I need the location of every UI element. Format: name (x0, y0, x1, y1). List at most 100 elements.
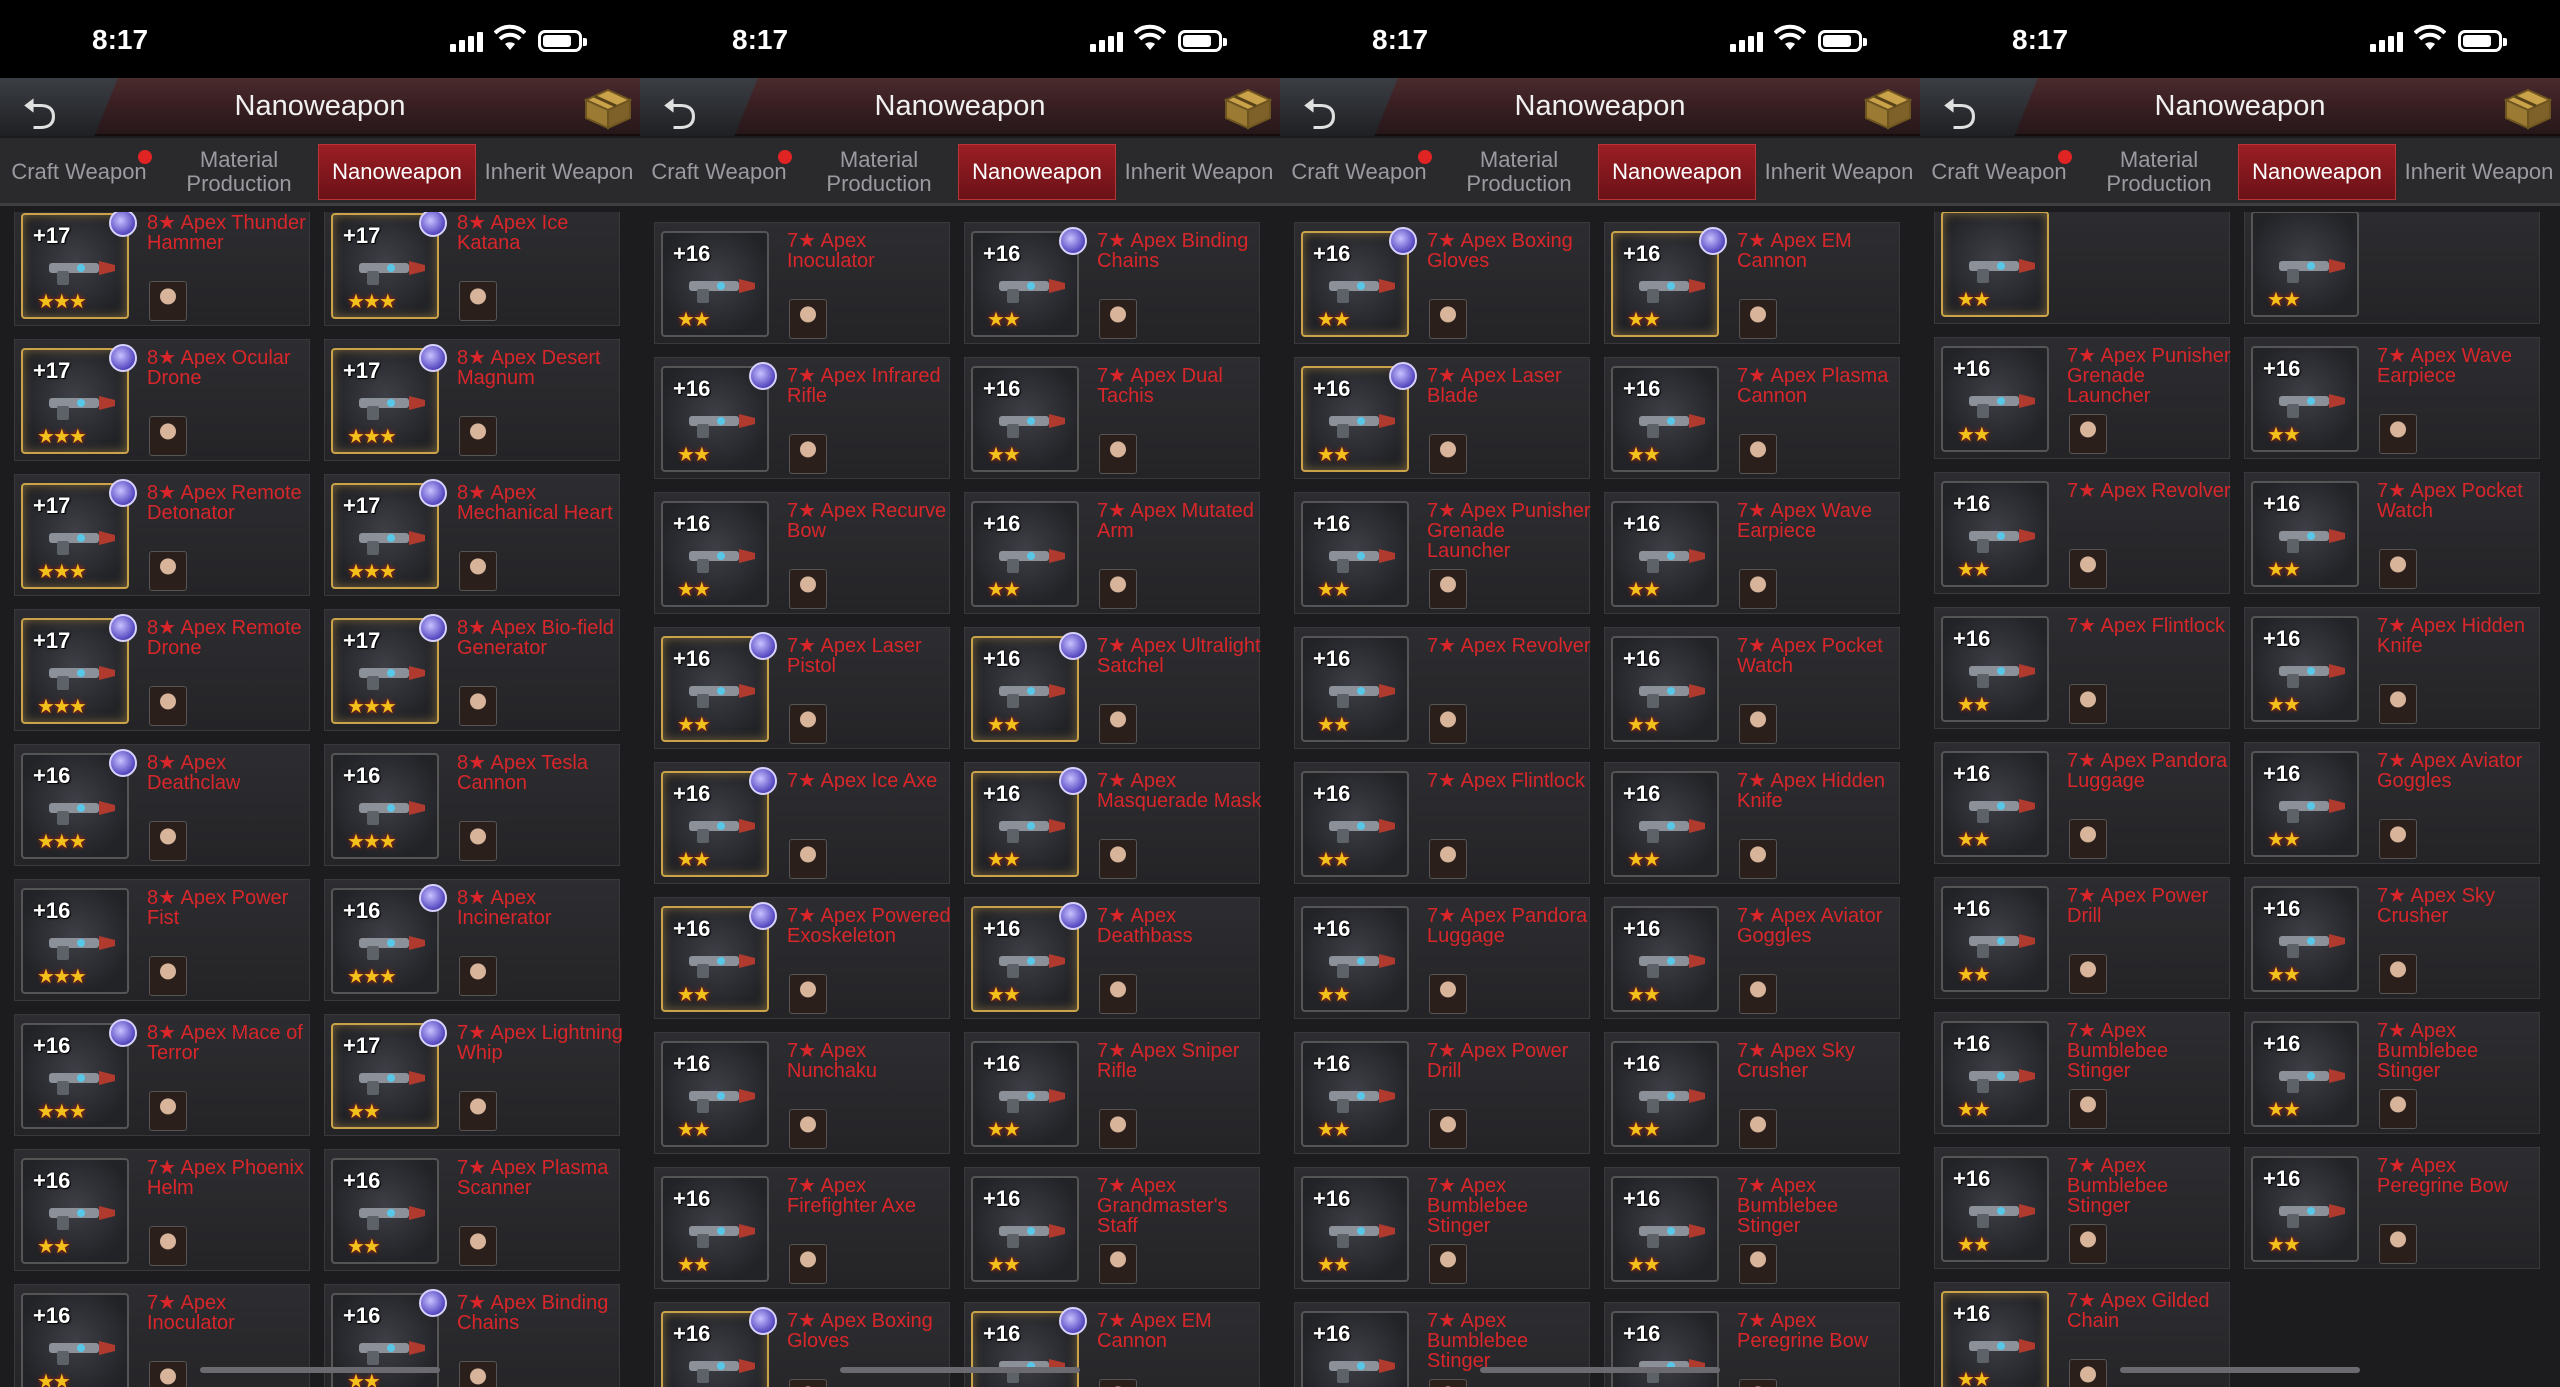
weapon-card[interactable]: +17 ★★★ 8★ Apex Bio-field Generator (324, 609, 620, 731)
weapon-card[interactable]: +16 ★★ 7★ Apex Flintlock (1934, 607, 2230, 729)
weapon-card[interactable]: +16 ★★ 7★ Apex Sky Crusher (2244, 877, 2540, 999)
weapon-card[interactable]: +16 ★★★ 8★ Apex Power Fist (14, 879, 310, 1001)
chest-icon[interactable] (1860, 84, 1916, 130)
weapon-card[interactable]: +16 ★★ 7★ Apex Wave Earpiece (1604, 492, 1900, 614)
tab-craft-weapon[interactable]: Craft Weapon (640, 144, 798, 200)
tab-nanoweapon[interactable]: Nanoweapon (2238, 144, 2396, 200)
tab-inherit-weapon[interactable]: Inherit Weapon (480, 144, 638, 200)
weapon-card[interactable]: +17 ★★★ 8★ Apex Desert Magnum (324, 339, 620, 461)
weapon-card[interactable]: +16 ★★ 7★ Apex Plasma Cannon (1604, 357, 1900, 479)
weapon-card[interactable]: +16 ★★ 7★ Apex Peregrine Bow (1604, 1302, 1900, 1387)
weapon-card[interactable]: +16 ★★ 7★ Apex Pocket Watch (1604, 627, 1900, 749)
weapon-card[interactable]: +16 ★★ 7★ Apex Wave Earpiece (2244, 337, 2540, 459)
tab-inherit-weapon[interactable]: Inherit Weapon (1120, 144, 1278, 200)
weapon-card[interactable]: +16 ★★ 7★ Apex Ice Axe (654, 762, 950, 884)
weapon-card[interactable]: +16 ★★ 7★ Apex Boxing Gloves (654, 1302, 950, 1387)
weapon-card[interactable]: +16 ★★ 7★ Apex Flintlock (1294, 762, 1590, 884)
weapon-card[interactable]: +17 ★★★ 8★ Apex Remote Detonator (14, 474, 310, 596)
weapon-card[interactable]: +17 ★★ 7★ Apex Lightning Whip (324, 1014, 623, 1136)
chest-icon[interactable] (1220, 84, 1276, 130)
star-rating: ★★ (1957, 1097, 1991, 1121)
weapon-card[interactable]: +16 ★★ 7★ Apex Laser Pistol (654, 627, 950, 749)
weapon-card[interactable]: +16 ★★ 7★ Apex Plasma Scanner (324, 1149, 620, 1271)
tab-craft-weapon[interactable]: Craft Weapon (1920, 144, 2078, 200)
enhance-level: +16 (33, 763, 71, 788)
tab-craft-weapon[interactable]: Craft Weapon (0, 144, 158, 200)
weapon-card[interactable]: +16 ★★ 7★ Apex Sky Crusher (1604, 1032, 1900, 1154)
weapon-card[interactable]: +16 ★★ 7★ Apex Boxing Gloves (1294, 222, 1590, 344)
weapon-card[interactable]: +16 ★★ 7★ Apex Revolver (1934, 472, 2231, 594)
scroll-indicator[interactable] (2120, 1367, 2360, 1373)
tab-nanoweapon[interactable]: Nanoweapon (1598, 144, 1756, 200)
weapon-card[interactable]: +16 ★★★ 8★ Apex Incinerator (324, 879, 620, 1001)
weapon-card[interactable]: +16 ★★ 7★ Apex EM Cannon (964, 1302, 1260, 1387)
star-rating: ★★ (1627, 307, 1661, 331)
weapon-card[interactable]: +16 ★★ 7★ Apex EM Cannon (1604, 222, 1900, 344)
weapon-card[interactable]: +16 ★★ 7★ Apex Aviator Goggles (1604, 897, 1900, 1019)
hero-portrait (149, 686, 187, 726)
weapon-card[interactable]: +16 ★★ 7★ Apex Ultralight Satchel (964, 627, 1261, 749)
weapon-icon: +16 ★★ (971, 366, 1079, 472)
weapon-card[interactable]: +16 ★★ 7★ Apex Hidden Knife (2244, 607, 2540, 729)
weapon-card[interactable]: +16 ★★ 7★ Apex Binding Chains (964, 222, 1260, 344)
tab-craft-weapon[interactable]: Craft Weapon (1280, 144, 1438, 200)
weapon-card[interactable]: +17 ★★★ 8★ Apex Ice Katana (324, 212, 620, 326)
weapon-card[interactable]: +16 ★★ 7★ Apex Pandora Luggage (1294, 897, 1590, 1019)
weapon-card[interactable]: +16 ★★ 7★ Apex Bumblebee Stinger (1934, 1147, 2230, 1269)
weapon-card[interactable]: +16 ★★ 7★ Apex Bumblebee Stinger (1604, 1167, 1900, 1289)
weapon-card[interactable]: +16 ★★ 7★ Apex Punisher Grenade Launcher (1934, 337, 2231, 459)
weapon-card[interactable]: +16 ★★ 7★ Apex Hidden Knife (1604, 762, 1900, 884)
weapon-card[interactable]: +16 ★★ 7★ Apex Mutated Arm (964, 492, 1260, 614)
weapon-card[interactable]: +16 ★★ 7★ Apex Pocket Watch (2244, 472, 2540, 594)
scroll-indicator[interactable] (1480, 1367, 1720, 1373)
weapon-card[interactable]: +16 ★★ 7★ Apex Deathbass (964, 897, 1260, 1019)
weapon-card[interactable]: +16 ★★ 7★ Apex Laser Blade (1294, 357, 1590, 479)
star-rating: ★★ (1957, 692, 1991, 716)
weapon-card[interactable]: +16 ★★ 7★ Apex Recurve Bow (654, 492, 950, 614)
weapon-card[interactable]: +16 ★★ 7★ Apex Revolver (1294, 627, 1591, 749)
weapon-card[interactable]: +16 ★★ 7★ Apex Bumblebee Stinger (1294, 1302, 1590, 1387)
weapon-card[interactable]: +16 ★★ 7★ Apex Grandmaster's Staff (964, 1167, 1260, 1289)
weapon-card[interactable]: +16 ★★ 7★ Apex Sniper Rifle (964, 1032, 1260, 1154)
weapon-card[interactable]: +16 ★★★ 8★ Apex Deathclaw (14, 744, 310, 866)
chest-icon[interactable] (2500, 84, 2556, 130)
scroll-indicator[interactable] (840, 1367, 1080, 1373)
weapon-card[interactable]: +16 ★★ 7★ Apex Nunchaku (654, 1032, 950, 1154)
weapon-card[interactable]: +16 ★★ 7★ Apex Bumblebee Stinger (2244, 1012, 2540, 1134)
weapon-card[interactable]: +16 ★★ 7★ Apex Peregrine Bow (2244, 1147, 2540, 1269)
weapon-card[interactable]: +16 ★★ 7★ Apex Power Drill (1294, 1032, 1590, 1154)
weapon-card[interactable]: +16 ★★ 7★ Apex Inoculator (654, 222, 950, 344)
chest-icon[interactable] (580, 84, 636, 130)
tab-material-production[interactable]: Material Production (800, 144, 958, 200)
tab-nanoweapon[interactable]: Nanoweapon (318, 144, 476, 200)
weapon-card[interactable]: +16 ★★★ 8★ Apex Mace of Terror (14, 1014, 310, 1136)
tab-material-production[interactable]: Material Production (2080, 144, 2238, 200)
weapon-card[interactable]: +17 ★★★ 8★ Apex Mechanical Heart (324, 474, 620, 596)
tab-nanoweapon[interactable]: Nanoweapon (958, 144, 1116, 200)
weapon-card[interactable]: +16 ★★ 7★ Apex Infrared Rifle (654, 357, 950, 479)
tab-inherit-weapon[interactable]: Inherit Weapon (1760, 144, 1918, 200)
weapon-card[interactable]: +16 ★★ 7★ Apex Powered Exoskeleton (654, 897, 951, 1019)
weapon-card[interactable]: +17 ★★★ 8★ Apex Ocular Drone (14, 339, 310, 461)
weapon-card[interactable]: +17 ★★★ 8★ Apex Remote Drone (14, 609, 310, 731)
weapon-card[interactable]: +16 ★★ 7★ Apex Bumblebee Stinger (1934, 1012, 2230, 1134)
hero-portrait (1429, 704, 1467, 744)
weapon-card[interactable]: ★★ (2244, 212, 2540, 324)
tab-inherit-weapon[interactable]: Inherit Weapon (2400, 144, 2558, 200)
weapon-card[interactable]: +16 ★★ 7★ Apex Masquerade Mask (964, 762, 1262, 884)
weapon-card[interactable]: +16 ★★ 7★ Apex Punisher Grenade Launcher (1294, 492, 1591, 614)
weapon-card[interactable]: +16 ★★ 7★ Apex Dual Tachis (964, 357, 1260, 479)
weapon-card[interactable]: +16 ★★ 7★ Apex Bumblebee Stinger (1294, 1167, 1590, 1289)
tab-material-production[interactable]: Material Production (160, 144, 318, 200)
tab-material-production[interactable]: Material Production (1440, 144, 1598, 200)
weapon-card[interactable]: +16 ★★ 7★ Apex Firefighter Axe (654, 1167, 950, 1289)
scroll-indicator[interactable] (200, 1367, 440, 1373)
weapon-card[interactable]: ★★ (1934, 212, 2230, 324)
weapon-card[interactable]: +16 ★★★ 8★ Apex Tesla Cannon (324, 744, 620, 866)
weapon-card[interactable]: +16 ★★ 7★ Apex Pandora Luggage (1934, 742, 2230, 864)
weapon-card[interactable]: +16 ★★ 7★ Apex Power Drill (1934, 877, 2230, 999)
weapon-card[interactable]: +17 ★★★ 8★ Apex Thunder Hammer (14, 212, 310, 326)
weapon-card[interactable]: +16 ★★ 7★ Apex Phoenix Helm (14, 1149, 310, 1271)
weapon-card[interactable]: +16 ★★ 7★ Apex Aviator Goggles (2244, 742, 2540, 864)
star-rating: ★★ (677, 847, 711, 871)
